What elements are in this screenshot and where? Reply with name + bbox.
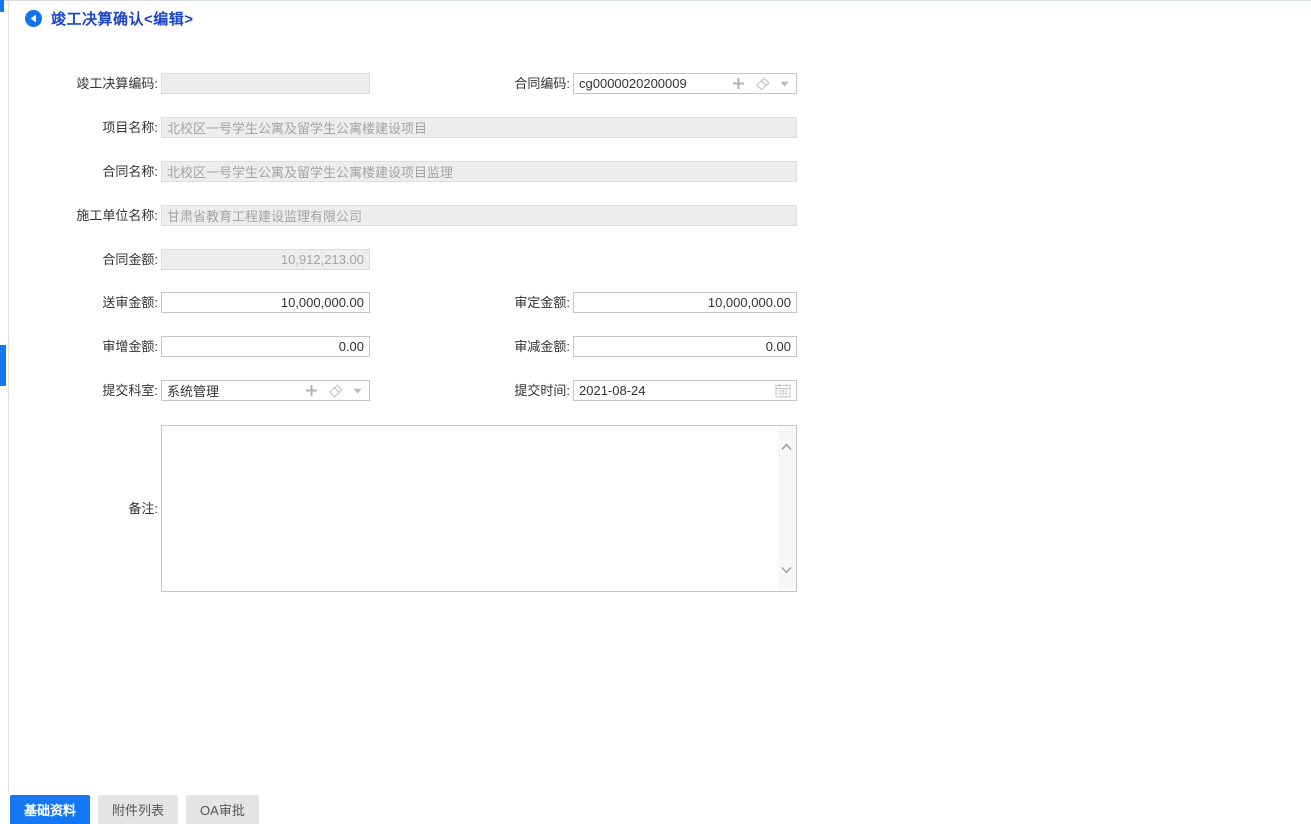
submit-dept-field[interactable]: [162, 381, 305, 400]
contract-code-combo: [573, 73, 797, 94]
tab-attachment-list[interactable]: 附件列表: [98, 795, 178, 824]
remarks-textarea-wrap: [161, 425, 797, 592]
project-name-field: [161, 117, 797, 138]
submit-dept-label: 提交科室:: [20, 380, 158, 401]
tab-basic-info[interactable]: 基础资料: [10, 795, 90, 824]
remarks-scrollbar[interactable]: [778, 427, 795, 590]
chevron-down-icon[interactable]: [353, 388, 362, 394]
calendar-icon[interactable]: [775, 383, 796, 398]
submit-date-picker: [573, 380, 797, 401]
left-scrollbar-thumb[interactable]: [0, 345, 6, 386]
contract-name-label: 合同名称:: [20, 161, 158, 182]
builder-name-field: [161, 205, 797, 226]
plus-icon[interactable]: [305, 384, 318, 397]
increase-amount-field[interactable]: [161, 336, 370, 357]
decrease-amount-label: 审减金额:: [430, 336, 570, 357]
chevron-down-icon[interactable]: [780, 81, 789, 87]
contract-code-field[interactable]: [574, 74, 732, 93]
contract-code-combo-icons: [732, 77, 796, 91]
scroll-up-icon[interactable]: [780, 441, 793, 454]
scroll-down-icon[interactable]: [780, 563, 793, 576]
back-button[interactable]: [25, 10, 42, 27]
approved-amount-label: 审定金额:: [430, 292, 570, 313]
submit-dept-combo: [161, 380, 370, 401]
approved-amount-field[interactable]: [573, 292, 797, 313]
contract-name-field: [161, 161, 797, 182]
left-divider-line: [8, 0, 9, 792]
settlement-code-label: 竣工决算编码:: [20, 73, 158, 94]
decrease-amount-field[interactable]: [573, 336, 797, 357]
contract-code-label: 合同编码:: [430, 73, 570, 94]
page-header: 竣工决算确认<编辑>: [25, 8, 194, 28]
submit-date-label: 提交时间:: [430, 380, 570, 401]
builder-name-label: 施工单位名称:: [20, 205, 158, 226]
submitted-amount-label: 送审金额:: [20, 292, 158, 313]
submit-dept-combo-icons: [305, 384, 369, 398]
project-name-label: 项目名称:: [20, 117, 158, 138]
eraser-clear-icon[interactable]: [328, 384, 343, 398]
bottom-tab-bar: 基础资料 附件列表 OA审批: [10, 795, 259, 824]
contract-amount-field: [161, 249, 370, 270]
submit-date-field[interactable]: [574, 383, 775, 398]
tab-oa-approval[interactable]: OA审批: [186, 795, 259, 824]
left-scrollbar-top-mark: [0, 0, 4, 12]
contract-amount-label: 合同金额:: [20, 249, 158, 270]
top-border-line: [0, 0, 1311, 1]
remarks-textarea[interactable]: [162, 426, 778, 591]
submitted-amount-field[interactable]: [161, 292, 370, 313]
page-title: 竣工决算确认<编辑>: [51, 8, 194, 29]
remarks-label: 备注:: [20, 425, 158, 592]
back-arrow-icon: [25, 10, 42, 27]
eraser-clear-icon[interactable]: [755, 77, 770, 91]
plus-icon[interactable]: [732, 77, 745, 90]
completion-settlement-edit-page: 竣工决算确认<编辑> 竣工决算编码: 合同编码: 项目名称: 合同名称: 施工单…: [0, 0, 1311, 824]
settlement-code-field: [161, 73, 370, 94]
increase-amount-label: 审增金额:: [20, 336, 158, 357]
